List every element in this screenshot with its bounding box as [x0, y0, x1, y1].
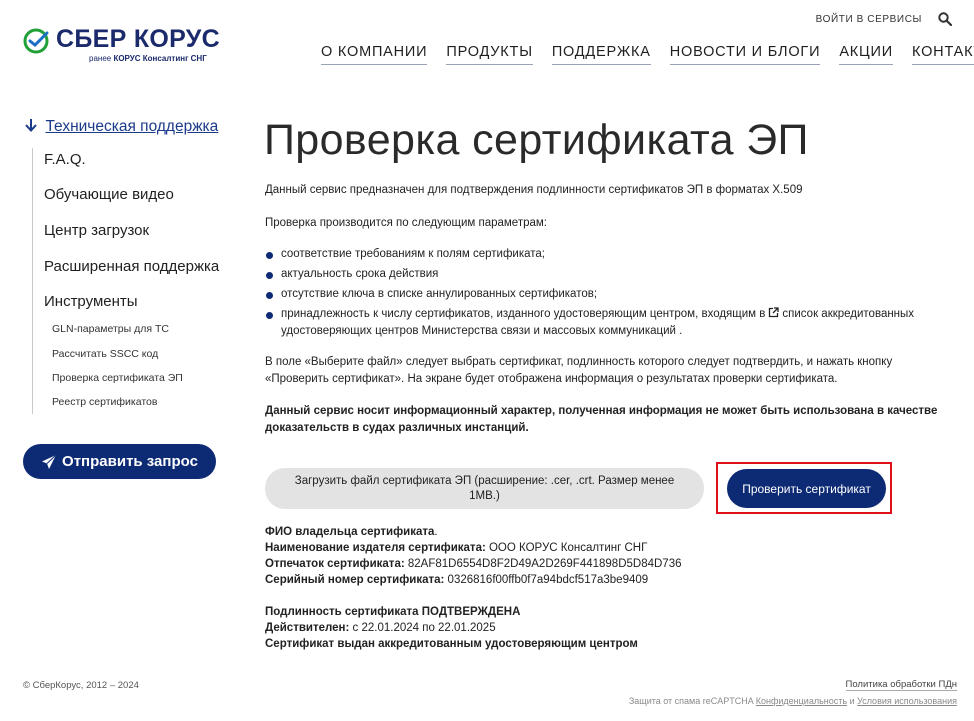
nav-products[interactable]: ПРОДУКТЫ — [446, 44, 533, 65]
sidebar-tool-sscc[interactable]: Рассчитать SSCC код — [52, 348, 158, 360]
recaptcha-notice: Защита от спама reCAPTCHA Конфиденциальн… — [628, 696, 957, 706]
sidebar-item-videos[interactable]: Обучающие видео — [44, 186, 174, 203]
params-list: соответствие требованиям к полям сертифи… — [265, 246, 955, 343]
check-certificate-label: Проверить сертификат — [742, 481, 871, 496]
nav-news[interactable]: НОВОСТИ И БЛОГИ — [669, 44, 821, 65]
recaptcha-privacy-link[interactable]: Конфиденциальность — [756, 696, 847, 706]
nav-support[interactable]: ПОДДЕРЖКА — [551, 44, 651, 65]
sidebar-item-extended-support[interactable]: Расширенная поддержка — [44, 258, 219, 275]
instruction-text: В поле «Выберите файл» следует выбрать с… — [265, 356, 893, 385]
nav-promos[interactable]: АКЦИИ — [839, 44, 894, 65]
nav-contacts[interactable]: КОНТАКТЫ — [912, 44, 974, 65]
brand-logo[interactable]: СБЕР КОРУС ранее КОРУС Консалтинг СНГ — [23, 25, 223, 66]
sidebar-section: Техническая поддержка — [24, 118, 218, 136]
list-item: отсутствие ключа в списке аннулированных… — [265, 286, 955, 303]
nav-about[interactable]: О КОМПАНИИ — [321, 44, 428, 65]
disclaimer-text: Данный сервис носит информационный харак… — [265, 405, 938, 434]
send-request-button[interactable]: Отправить запрос — [23, 444, 216, 479]
main-nav: О КОМПАНИИ ПРОДУКТЫ ПОДДЕРЖКА НОВОСТИ И … — [321, 44, 974, 65]
check-certificate-button[interactable]: Проверить сертификат — [727, 469, 886, 508]
login-link[interactable]: ВОЙТИ В СЕРВИСЫ — [816, 14, 922, 25]
list-item: соответствие требованиям к полям сертифи… — [265, 246, 955, 263]
result-issued-by: Сертификат выдан аккредитованным удостов… — [265, 638, 638, 650]
external-link-icon[interactable] — [768, 307, 780, 318]
sidebar-menu: F.A.Q. Обучающие видео Центр загрузок Ра… — [32, 148, 233, 414]
sber-checkmark-icon — [23, 28, 49, 54]
copyright: © СберКорус, 2012 – 2024 — [23, 680, 139, 691]
result-validity: Действителен: с 22.01.2024 по 22.01.2025 — [265, 622, 496, 634]
params-heading: Проверка производится по следующим парам… — [265, 217, 547, 229]
recaptcha-terms-link[interactable]: Условия использования — [857, 696, 957, 706]
intro-text: Данный сервис предназначен для подтвержд… — [265, 184, 803, 196]
list-item: актуальность срока действия — [265, 266, 955, 283]
result-status: Подлинность сертификата ПОДТВЕРЖДЕНА — [265, 606, 521, 618]
arrow-down-icon — [25, 119, 37, 132]
page-title: Проверка сертификата ЭП — [264, 116, 809, 164]
search-icon[interactable] — [938, 12, 952, 26]
result-issuer: Наименование издателя сертификата: ООО К… — [265, 542, 648, 554]
logo-subtitle: ранее КОРУС Консалтинг СНГ — [89, 54, 207, 63]
sidebar-item-faq[interactable]: F.A.Q. — [44, 151, 86, 168]
sidebar-tool-cert-registry[interactable]: Реестр сертификатов — [52, 396, 157, 408]
upload-label: Загрузить файл сертификата ЭП (расширени… — [294, 474, 675, 502]
sidebar-tool-gln[interactable]: GLN-параметры для ТС — [52, 323, 169, 335]
logo-wordmark: СБЕР КОРУС — [56, 25, 220, 53]
sidebar-item-downloads[interactable]: Центр загрузок — [44, 222, 149, 239]
result-owner: ФИО владельца сертификата. — [265, 526, 438, 538]
sidebar-tool-cert-check[interactable]: Проверка сертификата ЭП — [52, 372, 183, 384]
result-thumbprint: Отпечаток сертификата: 82AF81D6554D8F2D4… — [265, 558, 682, 570]
upload-certificate-button[interactable]: Загрузить файл сертификата ЭП (расширени… — [265, 468, 704, 509]
privacy-policy-link[interactable]: Политика обработки ПДн — [845, 679, 957, 691]
send-request-label: Отправить запрос — [62, 453, 198, 470]
sidebar-item-tools[interactable]: Инструменты — [44, 293, 138, 310]
sidebar-tech-support-link[interactable]: Техническая поддержка — [45, 118, 218, 135]
result-serial: Серийный номер сертификата: 0326816f00ff… — [265, 574, 649, 586]
list-item: принадлежность к числу сертификатов, изд… — [265, 306, 955, 340]
paper-plane-icon — [42, 454, 57, 469]
